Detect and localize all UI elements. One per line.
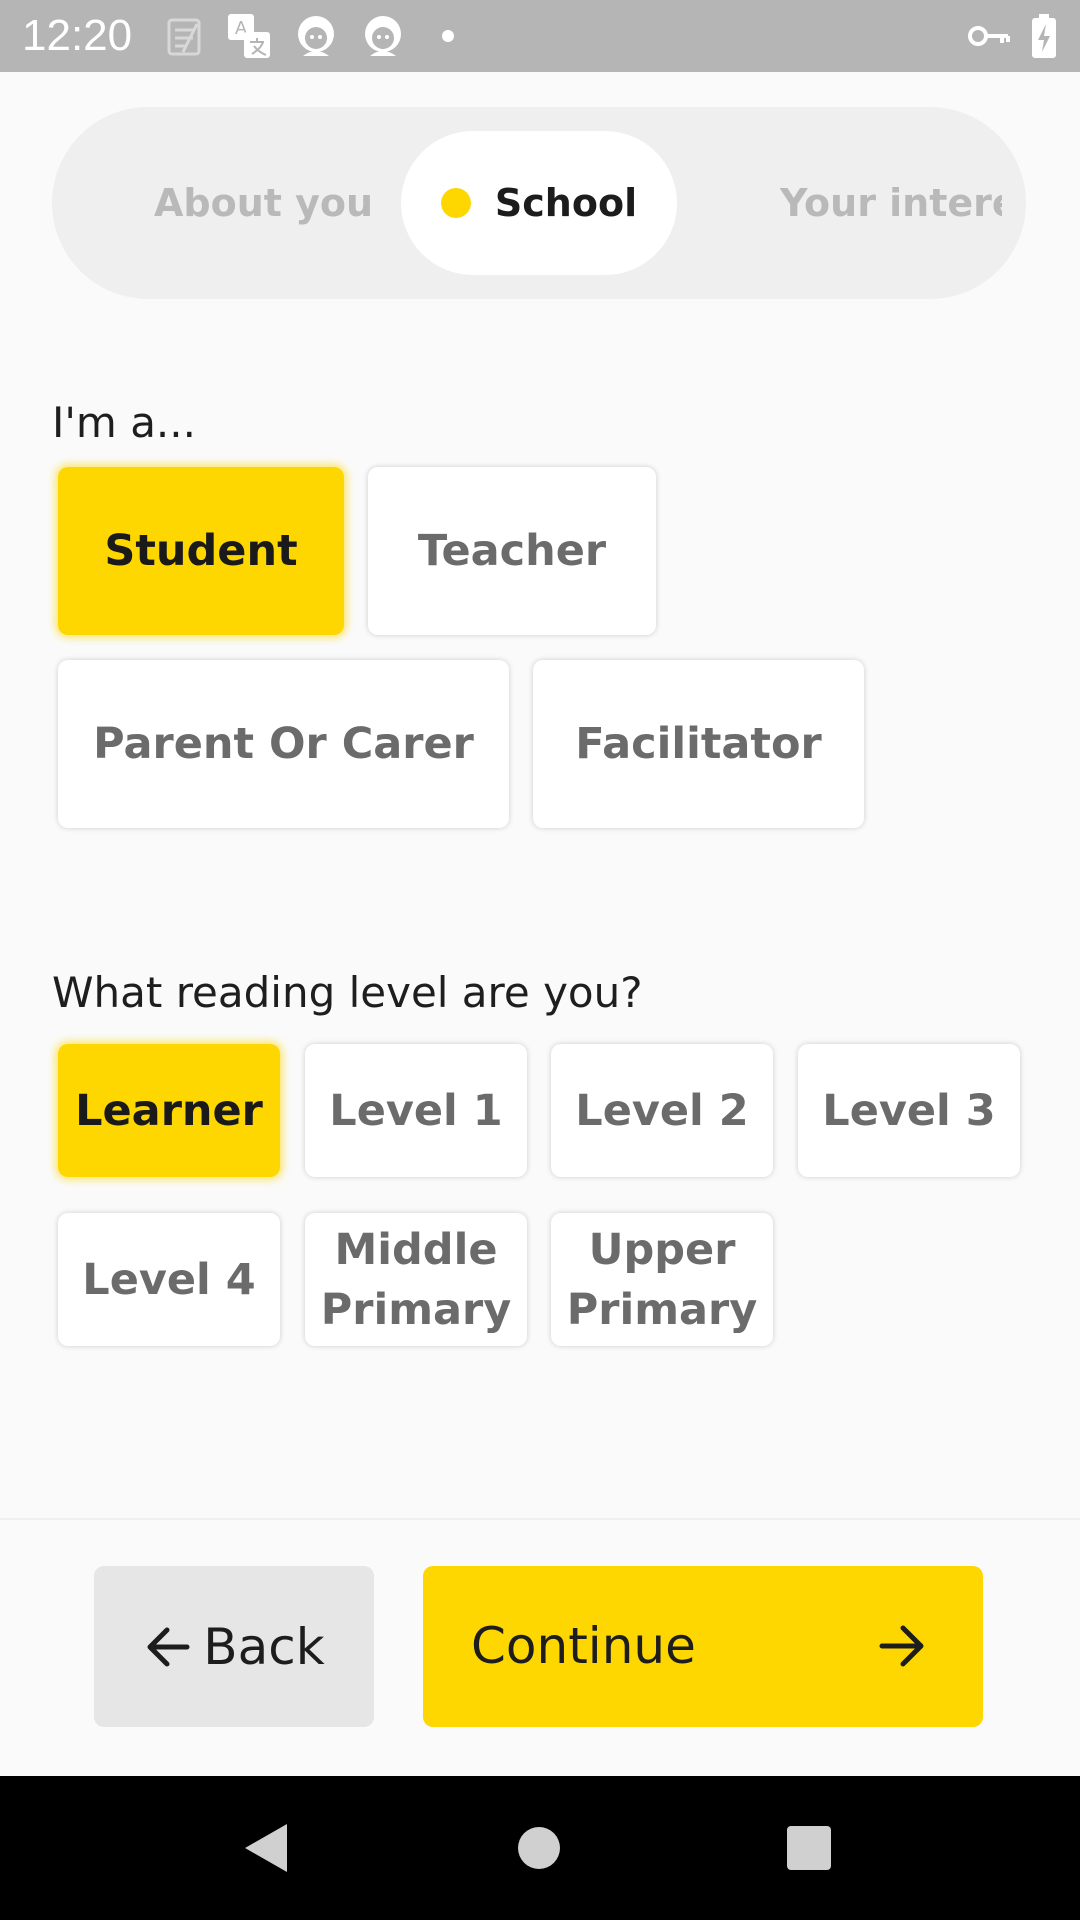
system-nav-bar (0, 1776, 1080, 1920)
nav-home-button[interactable] (469, 1776, 609, 1920)
level-option-level-4[interactable]: Level 4 (58, 1213, 280, 1346)
step-label: About you (154, 181, 374, 225)
option-label-line: Middle (334, 1224, 498, 1275)
option-label: Middle Primary (321, 1220, 512, 1340)
role-option-parent-or-carer[interactable]: Parent Or Carer (58, 660, 509, 828)
back-button[interactable]: Back (94, 1566, 374, 1727)
level-option-level-1[interactable]: Level 1 (305, 1044, 527, 1177)
home-circle-icon (518, 1827, 560, 1869)
nav-back-button[interactable] (196, 1776, 336, 1920)
recents-square-icon (787, 1826, 831, 1870)
level-option-level-2[interactable]: Level 2 (551, 1044, 773, 1177)
step-your-interests-clip: Your interests (780, 131, 1002, 275)
back-button-label: Back (203, 1617, 325, 1676)
notes-icon (167, 18, 201, 56)
step-school[interactable]: School (401, 131, 677, 275)
option-label-line: Upper (588, 1224, 736, 1275)
option-label-line: Primary (320, 1284, 512, 1335)
notification-dot-icon (442, 30, 454, 42)
active-step-dot-icon (440, 188, 471, 218)
option-label: Upper Primary (567, 1220, 758, 1340)
onboarding-stepper: About you School Your interests (52, 107, 1026, 299)
option-label: Level 2 (575, 1085, 749, 1136)
role-option-teacher[interactable]: Teacher (368, 467, 656, 635)
option-label: Teacher (417, 526, 607, 576)
step-your-interests[interactable]: Your interests (780, 131, 1002, 275)
battery-charging-icon (1032, 14, 1056, 58)
vpn-key-icon (968, 26, 1010, 46)
option-label: Level 4 (82, 1254, 256, 1305)
back-triangle-icon (245, 1824, 287, 1872)
arrow-left-icon (147, 1627, 190, 1666)
translate-icon: A (228, 14, 270, 58)
step-about-you[interactable]: About you (154, 131, 373, 275)
option-label: Level 3 (822, 1085, 996, 1136)
role-option-student[interactable]: Student (58, 467, 344, 635)
continue-button-label: Continue (471, 1617, 696, 1675)
avatar-icon (365, 16, 401, 56)
option-label: Facilitator (575, 719, 822, 769)
continue-button[interactable]: Continue (423, 1566, 983, 1727)
step-label: Your interests (780, 181, 1002, 225)
status-bar: 12:20 A (0, 0, 1080, 72)
level-option-upper-primary[interactable]: Upper Primary (551, 1213, 773, 1346)
level-option-learner[interactable]: Learner (58, 1044, 280, 1177)
option-label-line: Primary (566, 1284, 758, 1335)
avatar-icon (298, 16, 334, 56)
option-label: Student (104, 526, 298, 576)
nav-recents-button[interactable] (739, 1776, 879, 1920)
status-time: 12:20 (22, 11, 133, 60)
level-option-level-3[interactable]: Level 3 (798, 1044, 1020, 1177)
option-label: Level 1 (329, 1085, 503, 1136)
role-heading: I'm a... (52, 398, 196, 447)
option-label: Parent Or Carer (93, 719, 474, 769)
level-option-middle-primary[interactable]: Middle Primary (305, 1213, 527, 1346)
reading-level-heading: What reading level are you? (52, 968, 643, 1017)
step-label: School (494, 181, 638, 225)
arrow-right-icon (879, 1625, 924, 1667)
option-label: Learner (75, 1085, 263, 1136)
role-option-facilitator[interactable]: Facilitator (533, 660, 864, 828)
